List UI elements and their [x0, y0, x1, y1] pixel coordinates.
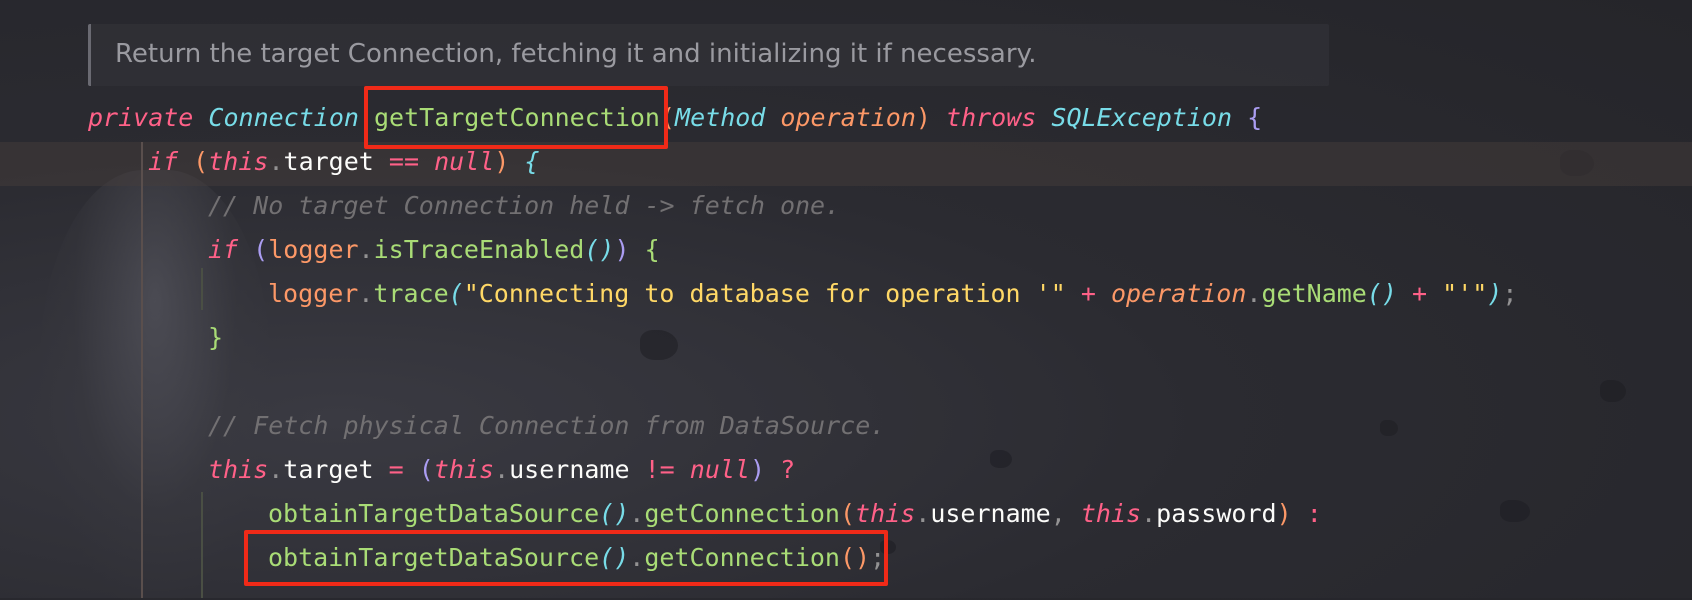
dot: .: [629, 499, 645, 528]
paren: ): [614, 235, 630, 264]
dot: .: [1141, 499, 1157, 528]
keyword-this: this: [1080, 499, 1142, 528]
method-call: getName: [1261, 279, 1367, 308]
parens: (): [599, 499, 630, 528]
keyword-private: private: [88, 103, 194, 132]
background-rock: [640, 330, 678, 360]
code-line-6[interactable]: }: [208, 318, 223, 358]
logger-ref: logger: [268, 279, 359, 308]
dot: .: [268, 147, 284, 176]
operator: ==: [388, 147, 419, 176]
paren: ): [1487, 279, 1503, 308]
keyword-null: null: [689, 455, 750, 484]
operator: =: [388, 455, 404, 484]
comment: // No target Connection held -> fetch on…: [208, 191, 841, 220]
comment: // Fetch physical Connection from DataSo…: [208, 411, 886, 440]
code-line-7[interactable]: // Fetch physical Connection from DataSo…: [208, 406, 885, 446]
indent-guide: [141, 142, 143, 598]
string-literal: "'": [1442, 279, 1488, 308]
method-call: trace: [373, 279, 449, 308]
method-call: obtainTargetDataSource: [268, 499, 600, 528]
paren: ): [494, 147, 510, 176]
dot: .: [358, 279, 374, 308]
code-line-8[interactable]: this.target = (this.username != null) ?: [208, 450, 795, 490]
exception-type: SQLException: [1051, 103, 1233, 132]
brace: }: [208, 323, 224, 352]
background-rock: [1380, 420, 1398, 436]
parens: (): [1366, 279, 1397, 308]
operator: :: [1306, 499, 1322, 528]
field-username: username: [509, 455, 630, 484]
operator: !=: [644, 455, 675, 484]
parens: (): [584, 235, 615, 264]
param-name: operation: [780, 103, 916, 132]
brace: {: [1247, 103, 1263, 132]
paren: (: [839, 499, 856, 528]
paren: ): [915, 103, 931, 132]
background-rock: [1500, 500, 1530, 522]
code-line-5[interactable]: logger.trace("Connecting to database for…: [268, 274, 1517, 314]
highlight-box-get-connection: [244, 530, 888, 586]
param-type: Method: [675, 103, 766, 132]
code-line-4[interactable]: if (logger.isTraceEnabled()) {: [208, 230, 660, 270]
operator: +: [1412, 279, 1428, 308]
keyword-if: if: [148, 147, 179, 176]
keyword-this: this: [208, 455, 269, 484]
paren: ): [1276, 499, 1292, 528]
method-call: getConnection: [644, 499, 840, 528]
method-call: isTraceEnabled: [373, 235, 585, 264]
highlight-box-method-name: [364, 86, 668, 149]
code-line-1[interactable]: private Connection getTargetConnection(M…: [88, 98, 1262, 138]
brace: {: [644, 235, 660, 264]
background-rock: [990, 450, 1012, 468]
semicolon: ;: [1502, 279, 1518, 308]
comma: ,: [1050, 499, 1066, 528]
keyword-throws: throws: [946, 103, 1037, 132]
indent-guide: [201, 268, 203, 310]
keyword-this: this: [433, 455, 495, 484]
indent-guide: [201, 492, 203, 598]
field-target: target: [283, 455, 374, 484]
field-target: target: [283, 147, 374, 176]
dot: .: [915, 499, 931, 528]
dot: .: [268, 455, 284, 484]
operator: ?: [780, 455, 796, 484]
param-ref: operation: [1110, 279, 1247, 308]
doc-comment-text: Return the target Connection, fetching i…: [115, 39, 1037, 69]
paren: (: [253, 235, 269, 264]
paren: ): [750, 455, 766, 484]
paren: (: [193, 147, 209, 176]
keyword-if: if: [208, 235, 239, 264]
dot: .: [494, 455, 510, 484]
keyword-null: null: [434, 147, 495, 176]
keyword-this: this: [208, 147, 269, 176]
brace: {: [524, 147, 540, 176]
string-literal: "Connecting to database for operation '": [463, 279, 1066, 308]
logger-ref: logger: [268, 235, 359, 264]
paren: (: [418, 455, 434, 484]
background-rock: [1600, 380, 1626, 402]
dot: .: [1246, 279, 1262, 308]
operator: +: [1080, 279, 1096, 308]
field-username: username: [930, 499, 1051, 528]
code-line-9[interactable]: obtainTargetDataSource().getConnection(t…: [268, 494, 1322, 534]
keyword-this: this: [855, 499, 916, 528]
field-password: password: [1156, 499, 1277, 528]
dot: .: [358, 235, 374, 264]
return-type: Connection: [208, 103, 359, 132]
paren: (: [448, 279, 464, 308]
code-line-3[interactable]: // No target Connection held -> fetch on…: [208, 186, 840, 226]
